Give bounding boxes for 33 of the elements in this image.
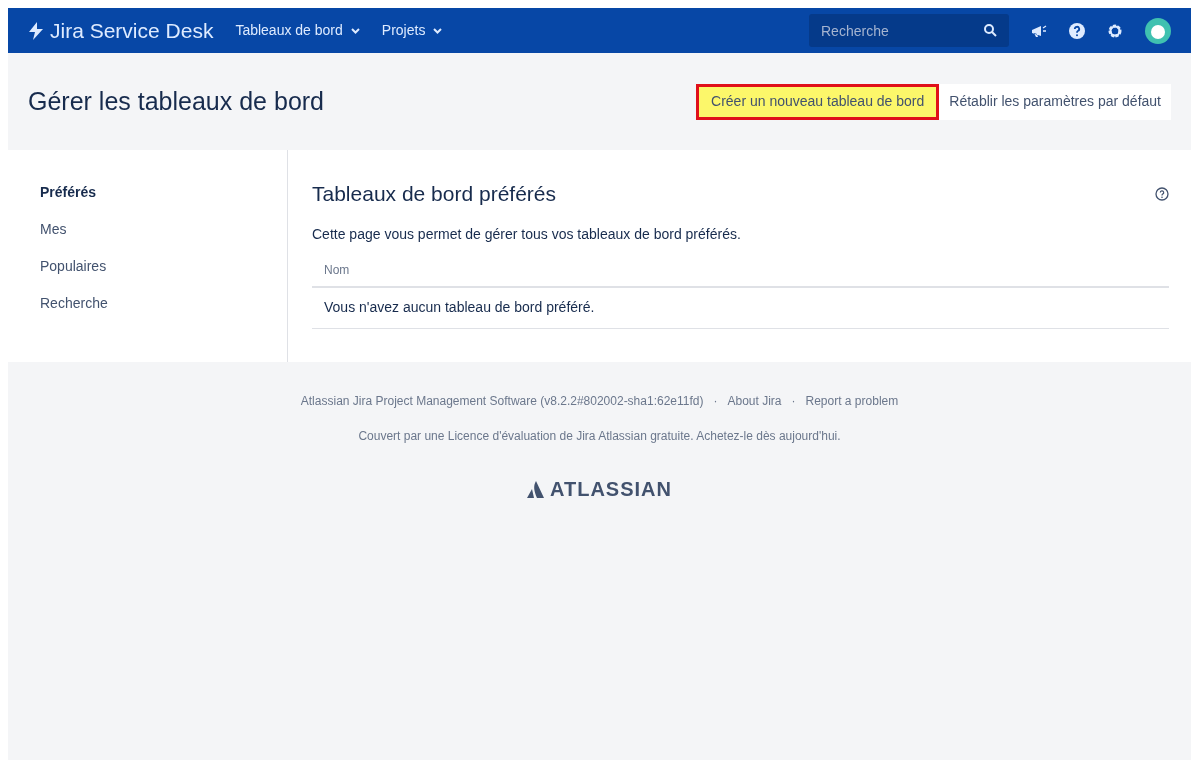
- nav-menu[interactable]: Tableaux de bord: [235, 20, 360, 41]
- atlassian-mark-icon: [527, 480, 544, 498]
- sidebar-link[interactable]: Mes: [40, 221, 67, 237]
- section-heading: Tableaux de bord préférés: [312, 181, 557, 207]
- action-button[interactable]: Créer un nouveau tableau de bord: [696, 83, 940, 120]
- settings-icon[interactable]: [1107, 22, 1123, 39]
- empty-table-message: Vous n'avez aucun tableau de bord préféré.: [324, 298, 595, 317]
- chevron-down-icon: [433, 27, 443, 34]
- sidebar-link[interactable]: Populaires: [40, 258, 107, 274]
- sidebar-link[interactable]: Recherche: [40, 295, 108, 311]
- description-text: Cette page vous permet de gérer tous vos tableaux de bord préférés.: [312, 224, 742, 244]
- footer-link[interactable]: Report a problem: [805, 392, 899, 410]
- sidebar-link[interactable]: Préférés: [40, 184, 97, 200]
- megaphone-icon[interactable]: [1031, 23, 1047, 38]
- column-header: Nom: [324, 262, 350, 279]
- separator-dot: ·: [791, 393, 796, 410]
- footer-link[interactable]: About Jira: [727, 392, 782, 410]
- product-name: Jira Service Desk: [50, 17, 214, 44]
- nav-menu[interactable]: Projets: [381, 20, 443, 41]
- separator-dot: ·: [713, 393, 718, 410]
- help-icon[interactable]: [1069, 22, 1085, 39]
- lightning-icon: [28, 21, 44, 40]
- avatar-icon[interactable]: [1145, 17, 1171, 44]
- page-title: Gérer les tableaux de bord: [28, 85, 325, 117]
- brand-name: ATLASSIAN: [550, 477, 672, 502]
- search-icon: [984, 24, 997, 37]
- action-button[interactable]: Rétablir les paramètres par défaut: [939, 83, 1171, 120]
- footer-link[interactable]: Atlassian Jira Project Management Software (v8.2.2#802002-sha1:62e11fd): [300, 392, 704, 410]
- product-logo[interactable]: Jira Service Desk: [28, 14, 214, 47]
- search-field[interactable]: Recherche: [809, 14, 1009, 47]
- help-icon[interactable]: [1155, 186, 1169, 201]
- license-notice: Couvert par une Licence d'évaluation de Jira Atlassian gratuite. Achetez-le dès aujourd'hui.: [358, 428, 841, 445]
- chevron-down-icon: [350, 27, 360, 34]
